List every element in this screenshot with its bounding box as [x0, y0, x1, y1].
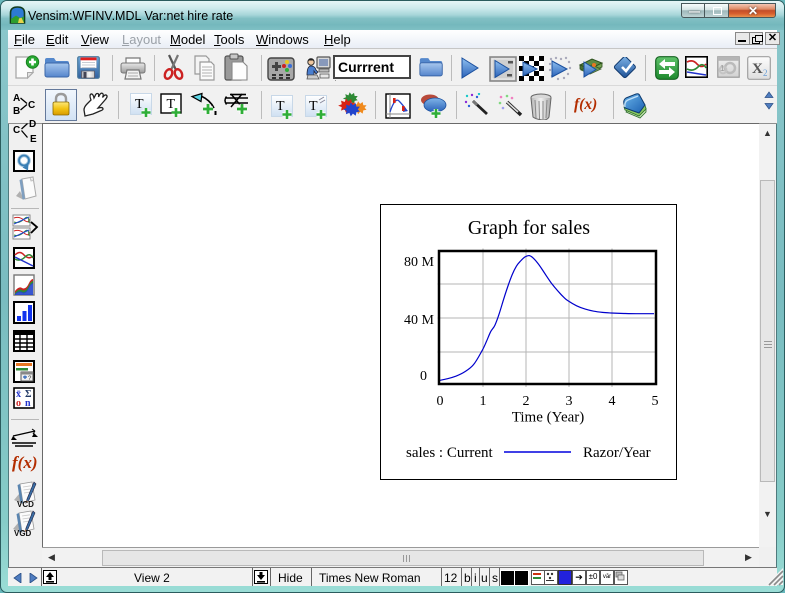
svg-text:C: C: [28, 100, 35, 111]
svg-text:E: E: [30, 134, 37, 144]
svg-text:D: D: [29, 119, 36, 130]
svg-text:T: T: [276, 99, 285, 114]
svg-text:VGD: VGD: [14, 529, 32, 537]
svg-text:B: B: [13, 106, 20, 116]
svg-text:Graph for sales: Graph for sales: [468, 217, 590, 239]
svg-text:o: o: [16, 398, 21, 409]
svg-text:3: 3: [566, 394, 573, 409]
svg-text:sales : Current: sales : Current: [406, 445, 493, 461]
svg-text:40 M: 40 M: [404, 313, 435, 328]
svg-text:Time (Year): Time (Year): [512, 410, 585, 426]
svg-text:0: 0: [437, 394, 444, 409]
svg-text:0: 0: [420, 369, 427, 384]
svg-text:1: 1: [480, 394, 487, 409]
svg-text:VCD: VCD: [17, 500, 34, 508]
svg-text:4: 4: [609, 394, 616, 409]
svg-text:Razor/Year: Razor/Year: [583, 445, 651, 461]
svg-text:5: 5: [652, 394, 659, 409]
svg-text:n: n: [25, 398, 31, 409]
svg-text:2: 2: [523, 394, 530, 409]
svg-text:2: 2: [763, 68, 768, 78]
svg-text:A: A: [13, 93, 20, 104]
svg-text:X: X: [752, 61, 763, 77]
svg-text:T: T: [135, 97, 144, 112]
svg-text:T: T: [309, 99, 318, 114]
svg-text:1: 1: [720, 64, 725, 73]
svg-text:C: C: [13, 125, 20, 136]
svg-text:80 M: 80 M: [404, 255, 435, 270]
